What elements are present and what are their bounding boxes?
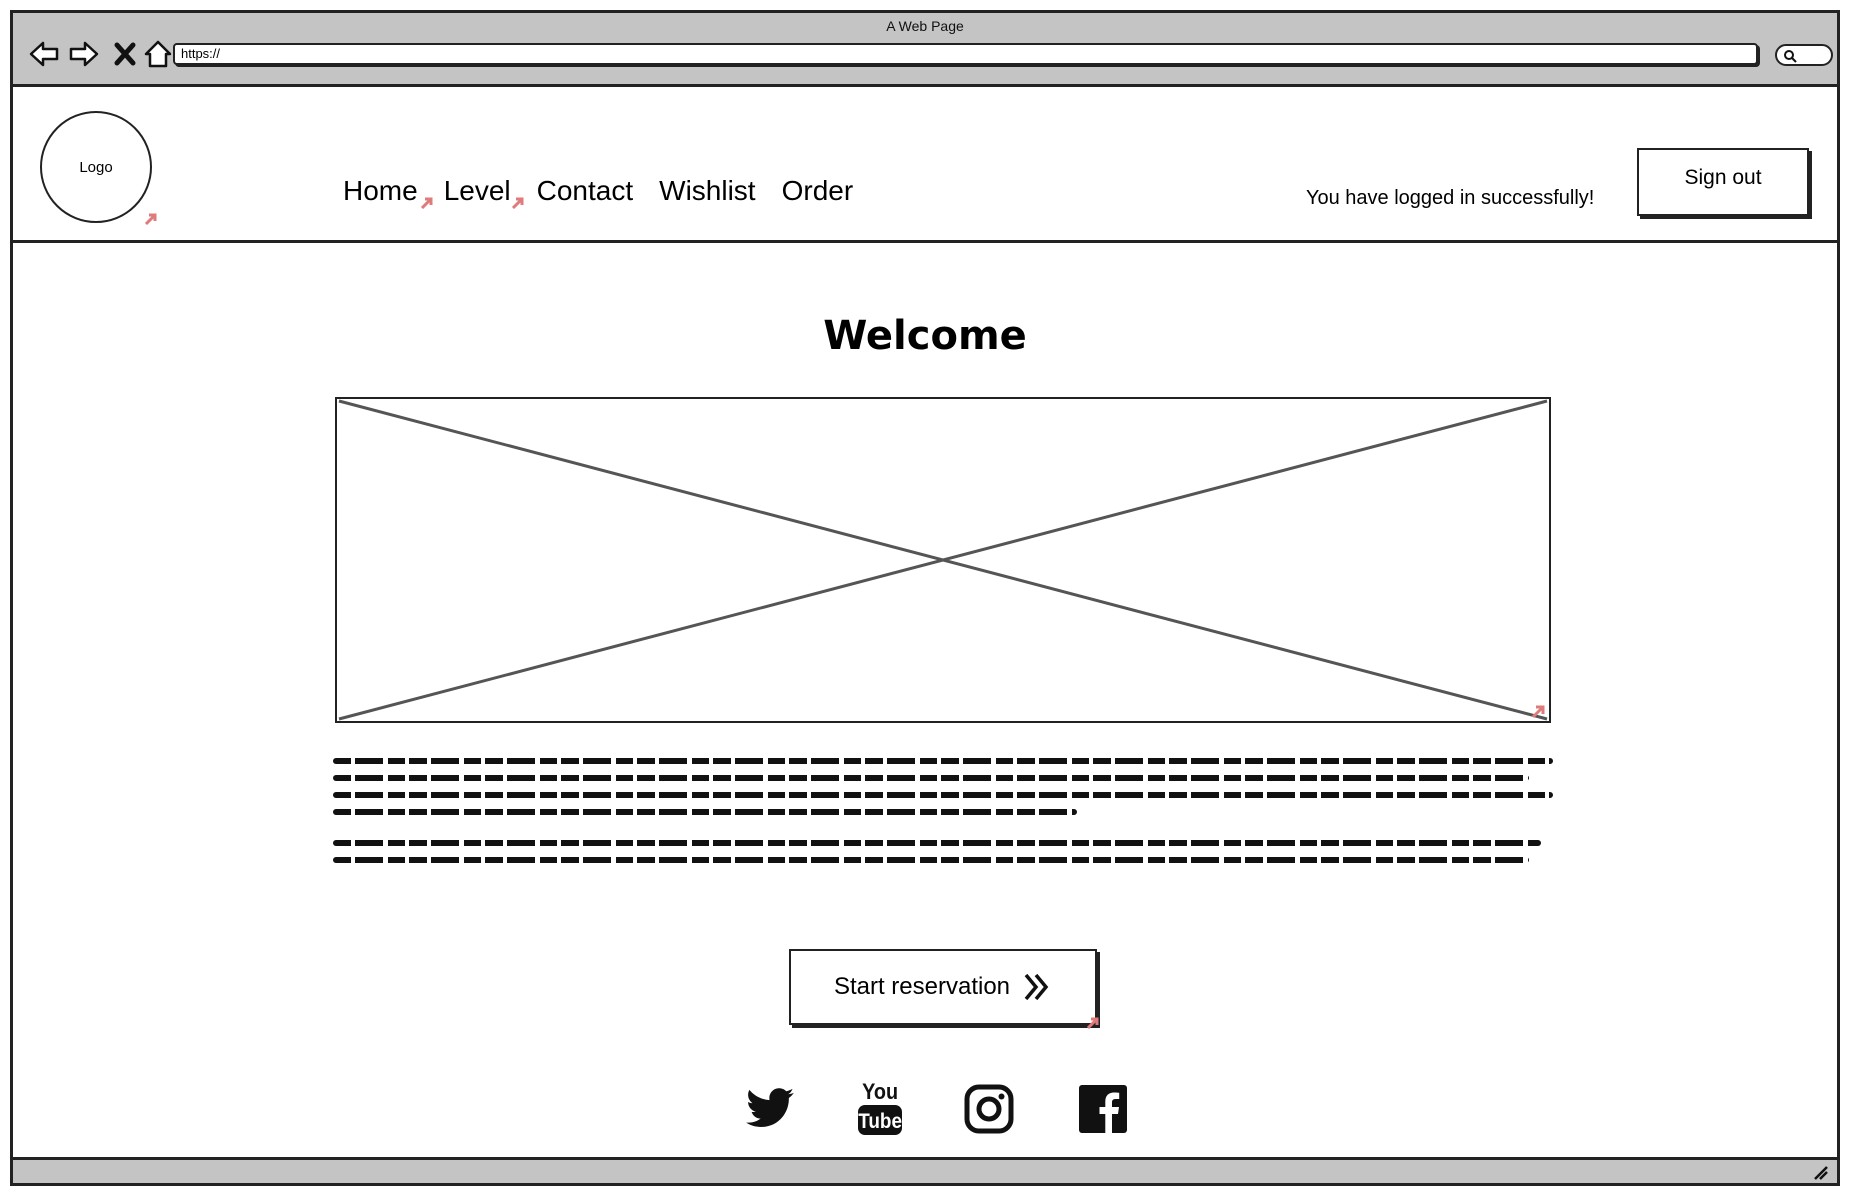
nav-item-wishlist[interactable]: Wishlist: [659, 175, 755, 215]
logo[interactable]: Logo: [40, 111, 152, 223]
browser-status-bar: [13, 1157, 1837, 1183]
body-paragraph: [333, 753, 1553, 826]
svg-text:Tube: Tube: [858, 1110, 902, 1133]
facebook-icon[interactable]: [1077, 1083, 1129, 1135]
logo-label: Logo: [79, 158, 113, 176]
image-placeholder-icon: [338, 399, 1548, 721]
nav-item-label: Level: [443, 175, 511, 206]
home-icon[interactable]: [141, 37, 175, 71]
forward-icon[interactable]: [67, 37, 101, 71]
main-nav: Home Level Contact Wishlist Order: [343, 175, 853, 215]
placeholder-text-line: [333, 840, 1541, 846]
browser-search[interactable]: [1775, 44, 1833, 66]
nav-item-label: Order: [781, 175, 854, 206]
hero-image-placeholder: [335, 397, 1551, 723]
svg-text:You: You: [862, 1080, 898, 1104]
placeholder-text-line: [333, 758, 1553, 764]
placeholder-text-line: [333, 809, 1078, 815]
stop-icon[interactable]: [109, 37, 143, 71]
site-header: Logo Home Level Contact Wishlist Order Y…: [13, 87, 1837, 243]
page-title: Welcome: [823, 313, 1027, 359]
link-marker-icon: [1087, 1017, 1099, 1029]
sign-out-label: Sign out: [1684, 166, 1762, 189]
window-title: A Web Page: [886, 18, 964, 34]
link-marker-icon: [511, 197, 524, 209]
nav-item-order[interactable]: Order: [782, 175, 854, 215]
placeholder-text-line: [333, 775, 1529, 781]
link-marker-icon: [145, 213, 157, 225]
nav-item-label: Home: [343, 175, 418, 206]
double-chevron-right-icon: [1024, 973, 1049, 1001]
twitter-icon[interactable]: [744, 1083, 796, 1135]
youtube-icon[interactable]: You Tube: [854, 1077, 906, 1139]
login-status-message: You have logged in successfully!: [1306, 187, 1595, 209]
browser-chrome: A Web Page https://: [13, 13, 1837, 87]
placeholder-text-line: [333, 857, 1529, 863]
placeholder-text-line: [333, 792, 1553, 798]
nav-item-label: Contact: [536, 175, 634, 206]
nav-item-level[interactable]: Level: [443, 175, 524, 215]
browser-window: A Web Page https:// Logo Home Level Cont…: [10, 10, 1840, 1186]
nav-item-home[interactable]: Home: [343, 175, 433, 215]
search-icon: [1784, 50, 1797, 63]
start-reservation-button[interactable]: Start reservation: [789, 949, 1099, 1029]
resize-handle-icon[interactable]: [1811, 1163, 1829, 1181]
nav-item-contact[interactable]: Contact: [537, 175, 634, 215]
start-reservation-label: Start reservation: [833, 973, 1011, 1000]
back-icon[interactable]: [27, 37, 61, 71]
body-paragraph: [333, 835, 1553, 874]
nav-item-label: Wishlist: [659, 175, 756, 206]
instagram-icon[interactable]: [963, 1083, 1015, 1135]
sign-out-button[interactable]: Sign out: [1637, 148, 1809, 216]
url-input[interactable]: https://: [173, 43, 1758, 65]
link-marker-icon: [421, 197, 433, 209]
